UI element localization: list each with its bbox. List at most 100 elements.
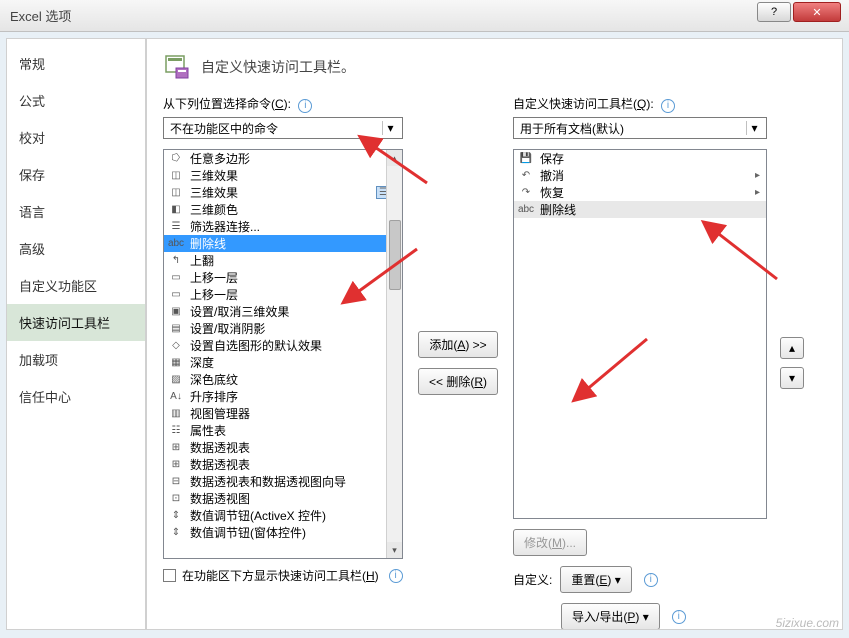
sidebar-item[interactable]: 自定义功能区: [7, 267, 145, 304]
commands-listbox[interactable]: ⭔任意多边形▸◫三维效果▸◫三维效果☰▾◧三维颜色▸☰筛选器连接...abc删除…: [163, 149, 403, 559]
qat-scope-dropdown[interactable]: 用于所有文档(默认) ▾: [513, 117, 767, 139]
checkbox-box[interactable]: [163, 569, 176, 582]
window-controls: ? ✕: [757, 2, 841, 22]
sidebar-item[interactable]: 信任中心: [7, 378, 145, 415]
options-sidebar: 常规公式校对保存语言高级自定义功能区快速访问工具栏加载项信任中心: [6, 38, 146, 630]
list-item[interactable]: ▭上移一层▸: [164, 269, 402, 286]
scroll-up-icon[interactable]: ▴: [387, 150, 402, 166]
help-icon[interactable]: i: [298, 99, 312, 113]
help-icon[interactable]: i: [389, 569, 403, 583]
bring-forward-icon: ▭: [168, 287, 184, 303]
expand-indicator-icon: ▸: [755, 187, 760, 198]
pivot-wizard-icon: ⊟: [168, 474, 184, 490]
sidebar-item[interactable]: 校对: [7, 119, 145, 156]
3d-effects-icon: ◫: [168, 185, 184, 201]
import-export-button[interactable]: 导入/导出(P) ▾: [561, 603, 660, 630]
list-item[interactable]: ▦深度▸: [164, 354, 402, 371]
list-item[interactable]: ⊡数据透视图: [164, 490, 402, 507]
list-item[interactable]: ↶撤消▸: [514, 167, 766, 184]
qat-items-listbox[interactable]: 💾保存↶撤消▸↷恢复▸abc删除线: [513, 149, 767, 519]
list-item[interactable]: A↓升序排序: [164, 388, 402, 405]
reorder-buttons-column: ▴ ▾: [777, 95, 807, 630]
window-title: Excel 选项: [10, 6, 71, 25]
modify-row: 修改(M)...: [513, 529, 767, 556]
add-button[interactable]: 添加(A) >>: [418, 331, 497, 358]
help-icon[interactable]: i: [661, 99, 675, 113]
up-level-icon: ↰: [168, 253, 184, 269]
list-item-label: 删除线: [540, 201, 576, 218]
list-item-label: 升序排序: [190, 388, 238, 405]
list-item-label: 设置/取消阴影: [190, 320, 265, 337]
list-item[interactable]: ▨深色底纹: [164, 371, 402, 388]
import-export-row: 导入/导出(P) ▾ i: [561, 603, 767, 630]
list-item-label: 三维效果: [190, 167, 238, 184]
list-item[interactable]: abc删除线: [514, 201, 766, 218]
chevron-down-icon: ▾: [746, 121, 762, 135]
list-item[interactable]: ⊞数据透视表▸: [164, 439, 402, 456]
list-item[interactable]: ↷恢复▸: [514, 184, 766, 201]
titlebar: Excel 选项 ? ✕: [0, 0, 849, 32]
list-item[interactable]: ▤设置/取消阴影: [164, 320, 402, 337]
close-button[interactable]: ✕: [793, 2, 841, 22]
transfer-buttons-column: 添加(A) >> << 删除(R): [413, 95, 503, 630]
bring-forward-icon: ▭: [168, 270, 184, 286]
list-item-label: 保存: [540, 150, 564, 167]
sidebar-item[interactable]: 保存: [7, 156, 145, 193]
sidebar-item[interactable]: 加载项: [7, 341, 145, 378]
spinner-form-icon: ⇕: [168, 525, 184, 541]
reset-button[interactable]: 重置(E) ▾: [560, 566, 631, 593]
columns-container: 从下列位置选择命令(C): i 不在功能区中的命令 ▾ ⭔任意多边形▸◫三维效果…: [163, 95, 826, 630]
pivot-table-icon: ⊞: [168, 440, 184, 456]
list-item-label: 属性表: [190, 422, 226, 439]
list-item-label: 数据透视图: [190, 490, 250, 507]
list-item[interactable]: ▣设置/取消三维效果: [164, 303, 402, 320]
list-item[interactable]: ◫三维效果▸: [164, 167, 402, 184]
help-icon[interactable]: i: [644, 573, 658, 587]
depth-icon: ▦: [168, 355, 184, 371]
list-item[interactable]: ◧三维颜色▸: [164, 201, 402, 218]
list-item-label: 数据透视表和数据透视图向导: [190, 473, 346, 490]
sidebar-item[interactable]: 公式: [7, 82, 145, 119]
list-item[interactable]: ↰ 上翻: [164, 252, 402, 269]
commands-source-dropdown[interactable]: 不在功能区中的命令 ▾: [163, 117, 403, 139]
sidebar-item[interactable]: 常规: [7, 45, 145, 82]
move-down-button[interactable]: ▾: [780, 367, 804, 389]
list-item-label: 任意多边形: [190, 150, 250, 167]
list-item[interactable]: ⊟ 数据透视表和数据透视图向导: [164, 473, 402, 490]
list-item[interactable]: ☰筛选器连接...: [164, 218, 402, 235]
show-below-ribbon-checkbox[interactable]: 在功能区下方显示快速访问工具栏(H) i: [163, 567, 403, 584]
list-item-label: 筛选器连接...: [190, 218, 260, 235]
list-item[interactable]: ⇕ 数值调节钮(窗体控件): [164, 524, 402, 541]
move-up-button[interactable]: ▴: [780, 337, 804, 359]
list-item[interactable]: ⊞数据透视表: [164, 456, 402, 473]
help-icon[interactable]: i: [672, 610, 686, 624]
sidebar-item[interactable]: 高级: [7, 230, 145, 267]
chevron-down-icon: ▾: [382, 121, 398, 135]
view-manager-icon: ▥: [168, 406, 184, 422]
list-item-label: 上移一层: [190, 286, 238, 303]
autoshape-defaults-icon: ◇: [168, 338, 184, 354]
list-item[interactable]: 💾保存: [514, 150, 766, 167]
redo-icon: ↷: [518, 185, 534, 201]
list-item[interactable]: ▭ 上移一层: [164, 286, 402, 303]
main-panel: 自定义快速访问工具栏。 从下列位置选择命令(C): i 不在功能区中的命令 ▾ …: [146, 38, 843, 630]
commands-source-column: 从下列位置选择命令(C): i 不在功能区中的命令 ▾ ⭔任意多边形▸◫三维效果…: [163, 95, 403, 630]
listbox-scrollbar[interactable]: ▴ ▾: [386, 150, 402, 558]
modify-button[interactable]: 修改(M)...: [513, 529, 587, 556]
panel-header: 自定义快速访问工具栏。: [163, 53, 826, 81]
help-button[interactable]: ?: [757, 2, 791, 22]
scroll-down-icon[interactable]: ▾: [387, 542, 402, 558]
scroll-thumb[interactable]: [389, 220, 401, 290]
list-item[interactable]: ▥视图管理器: [164, 405, 402, 422]
sidebar-item[interactable]: 语言: [7, 193, 145, 230]
sidebar-item[interactable]: 快速访问工具栏: [7, 304, 145, 341]
list-item[interactable]: ⭔任意多边形▸: [164, 150, 402, 167]
remove-button[interactable]: << 删除(R): [418, 368, 498, 395]
list-item-label: 数值调节钮(窗体控件): [190, 524, 306, 541]
list-item-label: 上翻: [190, 252, 214, 269]
list-item[interactable]: ☷属性表: [164, 422, 402, 439]
list-item[interactable]: ⇕数值调节钮(ActiveX 控件): [164, 507, 402, 524]
list-item[interactable]: abc删除线: [164, 235, 402, 252]
list-item[interactable]: ◇设置自选图形的默认效果: [164, 337, 402, 354]
list-item[interactable]: ◫三维效果☰▾: [164, 184, 402, 201]
